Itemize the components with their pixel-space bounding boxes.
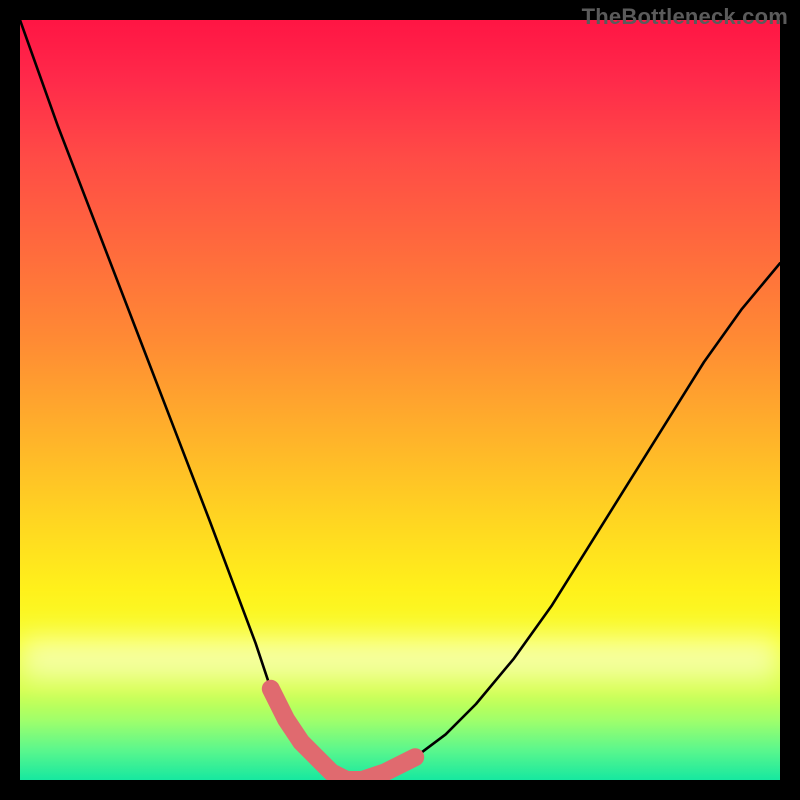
- chart-frame: TheBottleneck.com: [0, 0, 800, 800]
- watermark-text: TheBottleneck.com: [582, 4, 788, 30]
- optimal-range-highlight: [20, 20, 780, 780]
- plot-area: [20, 20, 780, 780]
